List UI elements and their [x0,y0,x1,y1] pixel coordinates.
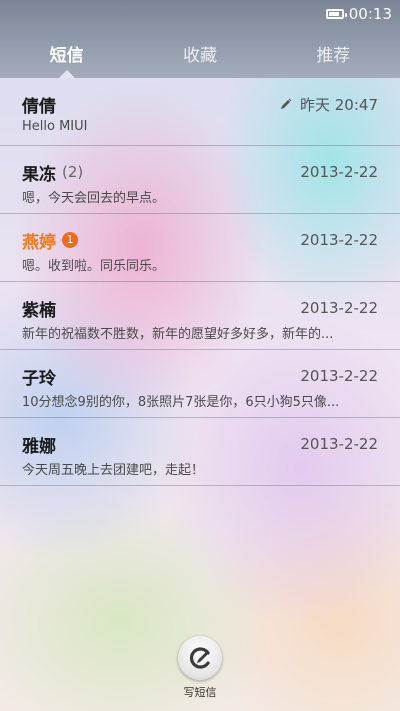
message-preview: 嗯，今天会回去的早点。 [22,191,166,206]
conversation-row[interactable]: 雅娜 2013-2-22 今天周五晚上去团建吧，走起！ [0,418,400,486]
message-preview: 新年的祝福数不胜数，新年的愿望好多好多，新年的... [22,327,334,342]
battery-fill [328,12,339,16]
clock: 00:13 [348,5,392,23]
tab-recommended[interactable]: 推荐 [267,28,400,78]
compose: 写短信 [170,636,230,700]
conversation-row[interactable]: 倩倩 昨天 20:47 Hello MIUI [0,78,400,146]
message-time: 2013-2-22 [300,163,378,181]
conversation-row[interactable]: 子玲 2013-2-22 10分想念9别的你，8张照片7张是你，6只小狗5只像.… [0,350,400,418]
message-time: 2013-2-22 [300,435,378,453]
message-time: 2013-2-22 [300,367,378,385]
compose-label: 写短信 [183,686,217,699]
conversation-row[interactable]: 果冻 (2) 2013-2-22 嗯，今天会回去的早点。 [0,146,400,214]
contact-name: 子玲 [22,368,56,389]
compose-button[interactable] [178,636,222,680]
message-preview: 10分想念9别的你，8张照片7张是你，6只小狗5只像... [22,395,340,410]
message-count: (2) [62,163,84,181]
contact-name: 紫楠 [22,300,56,321]
tab-favorites[interactable]: 收藏 [133,28,266,78]
battery-icon [325,9,347,19]
contact-name: 雅娜 [22,436,56,457]
contact-name: 燕婷 [22,232,56,253]
message-time: 昨天 20:47 [300,95,378,114]
unread-badge: 1 [62,232,78,248]
message-time: 2013-2-22 [300,231,378,249]
contact-name: 果冻 [22,164,56,185]
compose-icon [189,647,210,669]
conversation-row[interactable]: 紫楠 2013-2-22 新年的祝福数不胜数，新年的愿望好多好多，新年的... [0,282,400,350]
message-time: 2013-2-22 [300,299,378,317]
status-bar: 00:13 [0,0,400,28]
contact-name: 倩倩 [22,96,56,117]
message-list: 倩倩 昨天 20:47 Hello MIUI 果冻 (2) 2013-2-22 … [0,78,400,486]
message-preview: 今天周五晚上去团建吧，走起！ [22,463,205,478]
pencil-icon [281,98,292,109]
tab-sms[interactable]: 短信 [0,28,133,78]
tab-bar: 短信 收藏 推荐 [0,28,400,78]
message-preview: Hello MIUI [22,119,88,134]
conversation-row[interactable]: 燕婷 1 2013-2-22 嗯。收到啦。同乐同乐。 [0,214,400,282]
message-preview: 嗯。收到啦。同乐同乐。 [22,259,166,274]
